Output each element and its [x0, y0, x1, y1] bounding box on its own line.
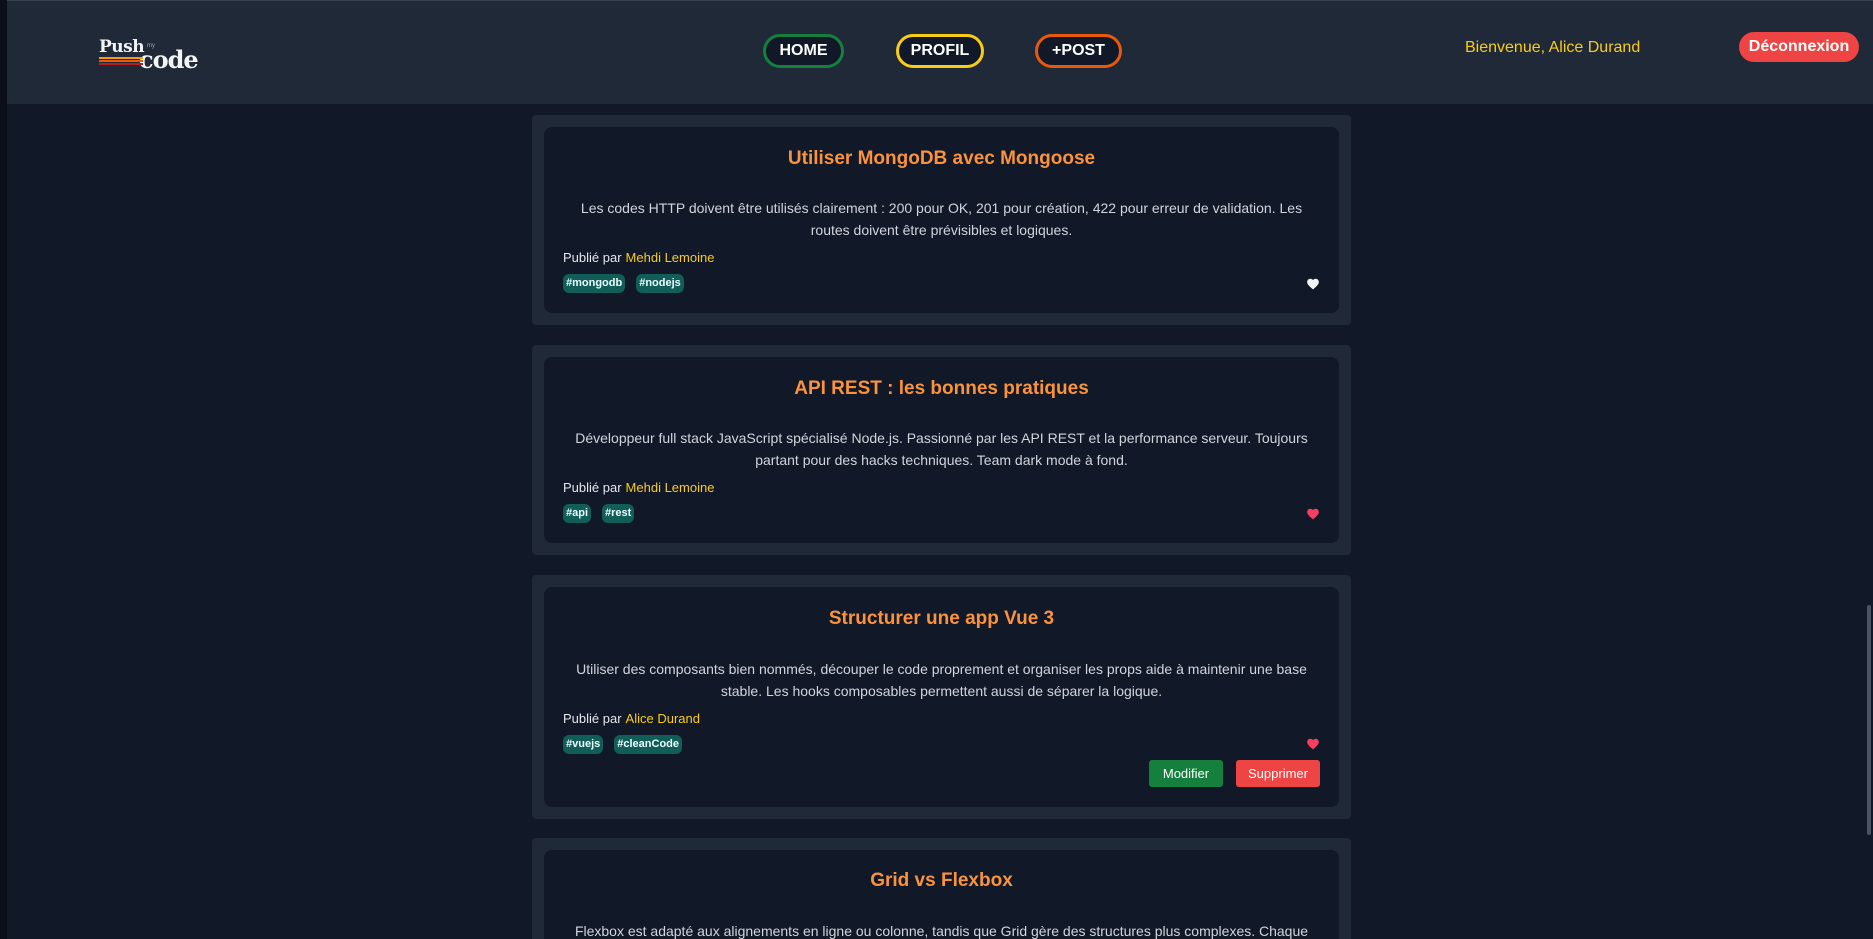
post-card: Grid vs Flexbox Flexbox est adapté aux a… [532, 838, 1351, 939]
like-heart-icon[interactable] [1306, 737, 1320, 751]
page-scrollbar[interactable] [1867, 605, 1871, 835]
post-actions: Modifier Supprimer [1149, 760, 1320, 787]
post-content: Les codes HTTP doivent être utilisés cla… [580, 200, 1303, 238]
post-content: Flexbox est adapté aux alignements en li… [574, 923, 1309, 939]
tag-badge[interactable]: #api [563, 504, 592, 523]
post-content: Utiliser des composants bien nommés, déc… [576, 661, 1307, 699]
post-tags: #api #rest [563, 504, 635, 523]
post-body: Utiliser MongoDB avec Mongoose Les codes… [544, 127, 1339, 313]
edit-post-button[interactable]: Modifier [1149, 760, 1223, 787]
like-heart-icon[interactable] [1306, 277, 1320, 291]
post-title: API REST : les bonnes pratiques [794, 378, 1089, 399]
byline-prefix: Publié par [563, 480, 622, 495]
post-title: Utiliser MongoDB avec Mongoose [787, 148, 1096, 169]
post-author-link[interactable]: Mehdi Lemoine [626, 480, 715, 495]
byline-prefix: Publié par [563, 711, 622, 726]
logo-word-code: code [139, 45, 199, 74]
post-tags: #mongodb #nodejs [563, 274, 684, 293]
like-heart-icon[interactable] [1306, 507, 1320, 521]
post-title: Grid vs Flexbox [870, 870, 1013, 891]
post-author-link[interactable]: Mehdi Lemoine [626, 250, 715, 265]
tag-badge[interactable]: #vuejs [563, 735, 604, 754]
welcome-message: Bienvenue, Alice Durand [1465, 39, 1641, 56]
post-byline: Publié par Alice Durand [563, 711, 700, 726]
post-tags: #vuejs #cleanCode [563, 735, 682, 754]
byline-prefix: Publié par [563, 250, 622, 265]
logo-stripe [99, 63, 143, 65]
post-title: Structurer une app Vue 3 [828, 608, 1055, 629]
nav-home-button[interactable]: HOME [763, 34, 844, 68]
logo-word-push: Push [99, 37, 145, 57]
top-navbar: Push my code HOME PROFIL +POST Bienvenue… [7, 0, 1873, 104]
post-body: Structurer une app Vue 3 Utiliser des co… [544, 587, 1339, 807]
site-logo[interactable]: Push my code [91, 35, 201, 75]
window-edge [0, 0, 7, 939]
logo-stripe [99, 57, 143, 59]
post-byline: Publié par Mehdi Lemoine [563, 250, 714, 265]
logout-button[interactable]: Déconnexion [1739, 32, 1859, 62]
post-body: Grid vs Flexbox Flexbox est adapté aux a… [544, 850, 1339, 939]
nav-new-post-button[interactable]: +POST [1035, 34, 1122, 68]
post-card: API REST : les bonnes pratiques Développ… [532, 345, 1351, 555]
post-content: Développeur full stack JavaScript spécia… [575, 430, 1308, 468]
post-card: Structurer une app Vue 3 Utiliser des co… [532, 575, 1351, 819]
tag-badge[interactable]: #rest [602, 504, 635, 523]
nav-profil-button[interactable]: PROFIL [896, 34, 984, 68]
delete-post-button[interactable]: Supprimer [1236, 760, 1320, 787]
logo-stripe [99, 60, 143, 62]
tag-badge[interactable]: #cleanCode [614, 735, 682, 754]
post-author-link[interactable]: Alice Durand [626, 711, 700, 726]
post-byline: Publié par Mehdi Lemoine [563, 480, 714, 495]
tag-badge[interactable]: #mongodb [563, 274, 626, 293]
post-card: Utiliser MongoDB avec Mongoose Les codes… [532, 115, 1351, 325]
tag-badge[interactable]: #nodejs [636, 274, 684, 293]
post-body: API REST : les bonnes pratiques Développ… [544, 357, 1339, 543]
